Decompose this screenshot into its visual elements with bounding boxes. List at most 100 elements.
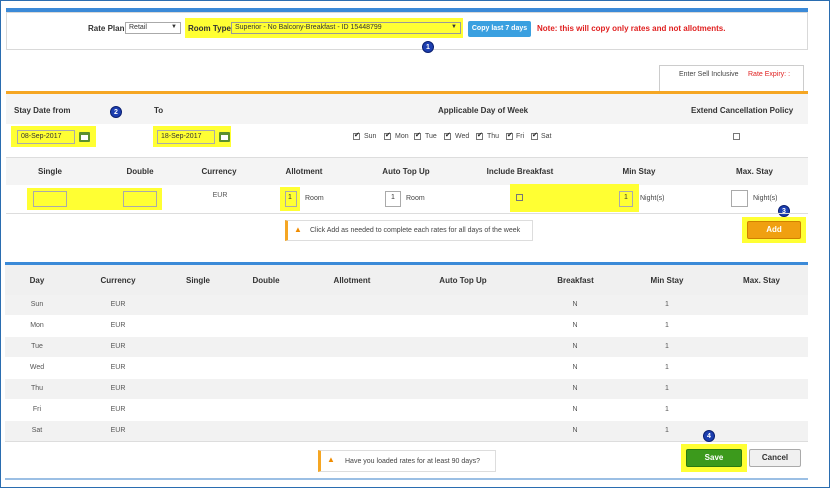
col-auto-top-up: Auto Top Up <box>382 167 430 176</box>
row-day: Mon <box>30 322 44 329</box>
room-type-label: Room Type <box>188 24 231 33</box>
day-label-sun: Sun <box>364 133 377 140</box>
divider <box>5 441 808 442</box>
day-checkbox-wed[interactable] <box>444 131 451 140</box>
row-min-stay: 1 <box>665 301 669 308</box>
extend-cancellation-label: Extend Cancellation Policy <box>691 106 794 115</box>
cancel-button[interactable]: Cancel <box>749 449 801 467</box>
applicable-day-label: Applicable Day of Week <box>438 106 529 115</box>
day-label-fri: Fri <box>516 133 525 140</box>
row-breakfast: N <box>572 364 578 371</box>
row-min-stay: 1 <box>665 385 669 392</box>
max-stay-input[interactable] <box>731 190 748 207</box>
add-hint-notice: ▲ Click Add as needed to complete each r… <box>285 220 533 241</box>
warning-icon: ▲ <box>294 225 302 234</box>
col-allotment: Allotment <box>285 167 323 176</box>
day-checkbox-sun[interactable] <box>353 131 360 140</box>
stay-to-date-input[interactable]: 18-Sep-2017 <box>157 130 215 144</box>
grid-col-currency: Currency <box>100 276 136 285</box>
single-rate-input[interactable] <box>33 191 67 207</box>
day-checkbox-sat[interactable] <box>531 131 538 140</box>
row-breakfast: N <box>572 406 578 413</box>
row-min-stay: 1 <box>665 364 669 371</box>
row-breakfast: N <box>572 301 578 308</box>
col-include-breakfast: Include Breakfast <box>486 167 554 176</box>
auto-top-up-input[interactable]: 1 <box>385 191 401 207</box>
rate-plan-value: Retail <box>129 24 147 31</box>
col-double: Double <box>126 167 154 176</box>
row-breakfast: N <box>572 385 578 392</box>
tab-sell-inclusive[interactable] <box>659 65 804 91</box>
allotment-input[interactable]: 1 <box>285 191 297 207</box>
add-button[interactable]: Add <box>747 221 801 239</box>
calendar-icon[interactable] <box>79 132 90 142</box>
divider <box>6 213 808 214</box>
extend-cancellation-checkbox[interactable] <box>733 133 740 140</box>
double-rate-input[interactable] <box>123 191 157 207</box>
grid-col-auto-top-up: Auto Top Up <box>439 276 487 285</box>
day-label-sat: Sat <box>541 133 552 140</box>
row-min-stay: 1 <box>665 406 669 413</box>
save-button[interactable]: Save <box>686 449 742 467</box>
row-currency: EUR <box>110 427 126 434</box>
row-breakfast: N <box>572 343 578 350</box>
save-hint-text: Have you loaded rates for at least 90 da… <box>345 458 481 465</box>
col-currency: Currency <box>201 167 237 176</box>
sell-inclusive-label: Enter Sell Inclusive <box>679 71 739 78</box>
col-max-stay: Max. Stay <box>736 167 773 176</box>
grid-col-single: Single <box>185 276 210 285</box>
chevron-down-icon: ▼ <box>451 24 457 30</box>
row-day: Fri <box>32 406 42 413</box>
add-hint-text: Click Add as needed to complete each rat… <box>310 227 521 234</box>
col-min-stay: Min Stay <box>622 167 656 176</box>
rate-plan-select[interactable]: Retail ▼ <box>125 22 181 34</box>
row-currency: EUR <box>110 322 126 329</box>
grid-col-day: Day <box>29 276 45 285</box>
row-currency: EUR <box>110 406 126 413</box>
grid-col-breakfast: Breakfast <box>557 276 594 285</box>
day-label-tue: Tue <box>425 133 437 140</box>
room-type-select[interactable]: Superior - No Balcony-Breakfast - ID 154… <box>231 22 461 34</box>
row-day: Sat <box>31 427 43 434</box>
save-hint-notice: ▲ Have you loaded rates for at least 90 … <box>318 450 496 472</box>
rate-plan-label: Rate Plan <box>88 24 125 33</box>
row-currency: EUR <box>110 385 126 392</box>
include-breakfast-checkbox[interactable] <box>516 194 523 201</box>
row-day: Thu <box>30 385 44 392</box>
row-breakfast: N <box>572 322 578 329</box>
row-currency: EUR <box>110 364 126 371</box>
day-checkbox-thu[interactable] <box>476 131 483 140</box>
chevron-down-icon: ▼ <box>171 24 177 30</box>
max-stay-unit: Night(s) <box>753 195 778 202</box>
min-stay-input[interactable]: 1 <box>619 191 633 207</box>
row-breakfast: N <box>572 427 578 434</box>
date-header-strip <box>6 94 808 124</box>
grid-col-max-stay: Max. Stay <box>743 276 780 285</box>
grid-col-allotment: Allotment <box>333 276 371 285</box>
min-stay-unit: Night(s) <box>640 195 665 202</box>
room-type-value: Superior - No Balcony-Breakfast - ID 154… <box>235 24 382 31</box>
stay-date-from-label: Stay Date from <box>14 106 71 115</box>
warning-icon: ▲ <box>327 455 335 464</box>
col-single: Single <box>37 167 62 176</box>
day-label-mon: Mon <box>395 133 409 140</box>
step-marker-3: 3 <box>778 205 790 217</box>
day-label-thu: Thu <box>487 133 500 140</box>
divider <box>6 157 808 158</box>
row-day: Sun <box>30 301 44 308</box>
step-marker-4: 4 <box>703 430 715 442</box>
calendar-icon[interactable] <box>219 132 230 142</box>
day-label-wed: Wed <box>455 133 470 140</box>
row-day: Tue <box>31 343 43 350</box>
step-marker-1: 1 <box>422 41 434 53</box>
copy-note: Note: this will copy only rates and not … <box>537 24 726 33</box>
step-marker-2: 2 <box>110 106 122 118</box>
row-currency: EUR <box>110 343 126 350</box>
day-checkbox-tue[interactable] <box>414 131 421 140</box>
stay-from-date-input[interactable]: 08-Sep-2017 <box>17 130 75 144</box>
copy-last-7-days-button[interactable]: Copy last 7 days <box>468 21 531 37</box>
day-checkbox-fri[interactable] <box>506 131 513 140</box>
row-min-stay: 1 <box>665 322 669 329</box>
allotment-unit: Room <box>305 195 324 202</box>
day-checkbox-mon[interactable] <box>384 131 391 140</box>
